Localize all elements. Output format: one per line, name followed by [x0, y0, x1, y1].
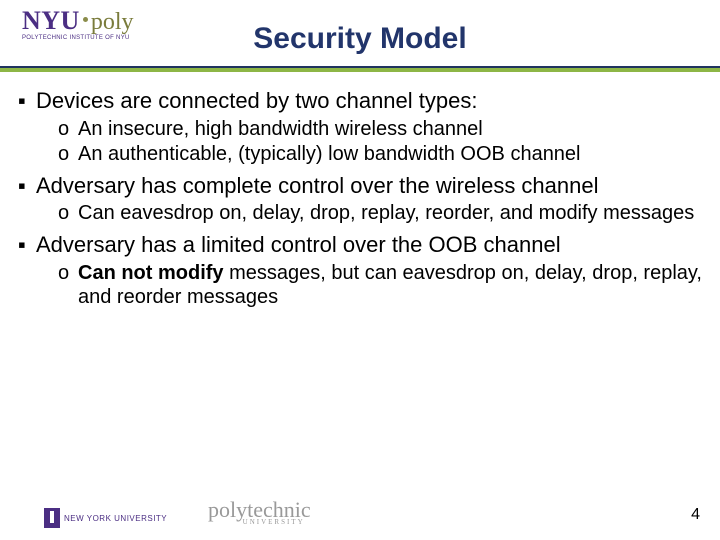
bullet-2-sub-1-text: Can eavesdrop on, delay, drop, replay, r…	[78, 201, 702, 225]
logo-dot-icon	[83, 17, 88, 22]
circle-o-icon: o	[58, 201, 78, 225]
nyu-badge-label: NEW YORK UNIVERSITY	[64, 514, 167, 523]
square-bullet-icon: ▪	[18, 88, 36, 115]
bullet-3-sub-1-text: Can not modify messages, but can eavesdr…	[78, 261, 702, 310]
bullet-3-sub-1: o Can not modify messages, but can eaves…	[58, 261, 702, 310]
bullet-3: ▪ Adversary has a limited control over t…	[18, 232, 702, 259]
bullet-2-text: Adversary has complete control over the …	[36, 173, 702, 200]
title-rule	[0, 66, 720, 72]
bullet-1-sub-1: o An insecure, high bandwidth wireless c…	[58, 117, 702, 141]
polytechnic-logo-bottom: polytechnic UNIVERSITY	[208, 499, 311, 526]
rule-green-line	[0, 68, 720, 72]
nyu-badge: NEW YORK UNIVERSITY	[44, 508, 167, 528]
bold-prefix: Can not modify	[78, 262, 224, 284]
bullet-1-sub-2-text: An authenticable, (typically) low bandwi…	[78, 142, 702, 166]
bullet-1-sub-2: o An authenticable, (typically) low band…	[58, 142, 702, 166]
slide-footer: NEW YORK UNIVERSITY polytechnic UNIVERSI…	[0, 498, 720, 528]
bullet-1-text: Devices are connected by two channel typ…	[36, 88, 702, 115]
slide-title: Security Model	[0, 22, 720, 56]
square-bullet-icon: ▪	[18, 173, 36, 200]
circle-o-icon: o	[58, 142, 78, 166]
slide-content: ▪ Devices are connected by two channel t…	[18, 82, 702, 310]
bullet-2: ▪ Adversary has complete control over th…	[18, 173, 702, 200]
square-bullet-icon: ▪	[18, 232, 36, 259]
bullet-3-text: Adversary has a limited control over the…	[36, 232, 702, 259]
bullet-1: ▪ Devices are connected by two channel t…	[18, 88, 702, 115]
circle-o-icon: o	[58, 261, 78, 310]
bullet-1-sub-1-text: An insecure, high bandwidth wireless cha…	[78, 117, 702, 141]
bullet-2-sub-1: o Can eavesdrop on, delay, drop, replay,…	[58, 201, 702, 225]
torch-icon	[44, 508, 60, 528]
circle-o-icon: o	[58, 117, 78, 141]
page-number: 4	[691, 506, 700, 524]
slide: NYU poly POLYTECHNIC INSTITUTE OF NYU Se…	[0, 0, 720, 540]
